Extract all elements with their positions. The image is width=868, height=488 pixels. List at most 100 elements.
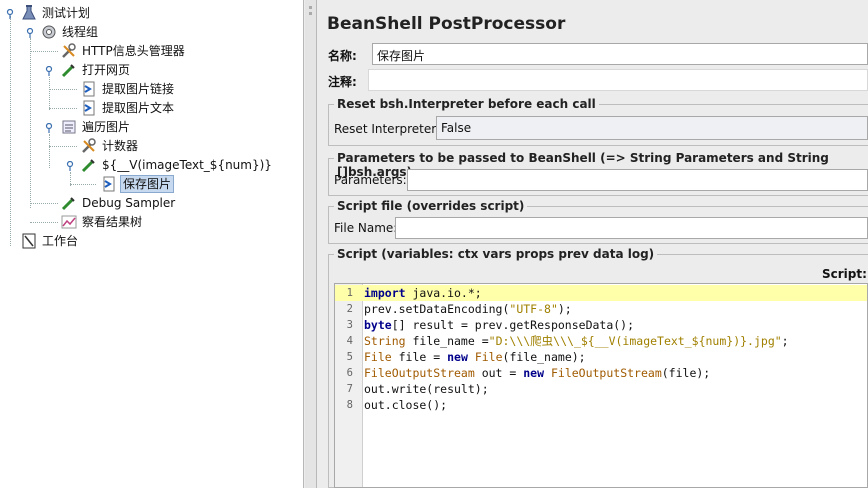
line-number: 7 (346, 383, 353, 395)
code-token: byte (364, 318, 392, 332)
test-plan-tree[interactable]: 测试计划 线程组 HTTP信息头管理器 打开网页 提取图片链接 提取图片文本 遍… (0, 0, 304, 488)
tree-item-extract-image-text[interactable]: 提取图片文本 (80, 99, 176, 117)
tree-item-test-plan[interactable]: 测试计划 (20, 4, 92, 22)
expand-toggle[interactable] (25, 28, 34, 38)
code-token: (file_name); (502, 350, 586, 364)
line-number: 4 (346, 335, 353, 347)
code-line: 8 out.close(); (335, 397, 867, 413)
parameters-field[interactable] (407, 169, 868, 191)
tree-item-counter[interactable]: 计数器 (80, 137, 140, 155)
expand-toggle[interactable] (5, 9, 14, 19)
code-text: out.write(result); (364, 381, 867, 397)
tree-connector (49, 134, 50, 168)
code-text: out.close(); (364, 397, 867, 413)
tree-item-open-page[interactable]: 打开网页 (60, 61, 132, 79)
code-text: String file_name ="D:\\\爬虫\\\_${__V(imag… (364, 333, 867, 349)
tree-connector (49, 77, 50, 110)
code-token: (file); (661, 366, 711, 380)
tree-item-workbench[interactable]: 工作台 (20, 232, 80, 250)
tree-connector (49, 108, 77, 109)
code-token: new (523, 366, 545, 380)
expand-toggle[interactable] (65, 161, 74, 171)
reset-interpreter-select[interactable]: False (436, 116, 868, 140)
tree-item-http-header-manager[interactable]: HTTP信息头管理器 (60, 42, 187, 60)
expand-toggle[interactable] (44, 123, 53, 133)
tree-connector (49, 146, 77, 147)
tree-item-label: 保存图片 (120, 175, 175, 193)
postprocessor-panel: BeanShell PostProcessor 名称: 保存图片 注释: Res… (318, 0, 868, 488)
tree-item-view-results-tree[interactable]: 察看结果树 (60, 213, 144, 231)
pipette-icon (80, 157, 98, 173)
tree-item-label: 提取图片文本 (102, 101, 175, 115)
code-token: FileOutputStream (550, 366, 662, 380)
code-token: File (474, 350, 503, 364)
file-name-label: File Name: (334, 221, 398, 235)
tree-item-extract-image-link[interactable]: 提取图片链接 (80, 80, 176, 98)
code-token: prev.setDataEncoding( (364, 302, 510, 316)
tree-item-label: ${__V(imageText_${num})} (102, 158, 272, 172)
code-token: java.io.*; (405, 286, 482, 300)
splitter-grip (309, 12, 312, 15)
tree-item-debug-sampler[interactable]: Debug Sampler (60, 194, 177, 212)
parameters-label: Parameters: (334, 173, 407, 187)
tree-item-label: HTTP信息头管理器 (82, 44, 185, 58)
tree-item-label: 察看结果树 (82, 215, 143, 229)
code-line: 3 byte[] result = prev.getResponseData(); (335, 317, 867, 333)
arrow-doc-icon (100, 176, 118, 192)
code-token: File (364, 350, 392, 364)
script-file-group-title: Script file (overrides script) (334, 199, 528, 213)
tree-item-label: Debug Sampler (82, 196, 176, 210)
code-token: file = (391, 350, 448, 364)
line-number: 2 (346, 303, 353, 315)
file-name-field[interactable] (395, 217, 868, 239)
gear-icon (40, 24, 58, 40)
tree-connector (70, 184, 96, 185)
script-editor[interactable]: 1 import java.io.*; 2 prev.setDataEncoding(… (334, 283, 868, 488)
tree-connector (30, 38, 31, 208)
code-token: out.close(); (364, 398, 448, 412)
loop-icon (60, 119, 78, 135)
code-text: byte[] result = prev.getResponseData(); (364, 317, 867, 333)
tree-item-thread-group[interactable]: 线程组 (40, 23, 100, 41)
code-text: prev.setDataEncoding("UTF-8"); (364, 301, 867, 317)
code-line: 2 prev.setDataEncoding("UTF-8"); (335, 301, 867, 317)
tree-item-label: 线程组 (62, 25, 99, 39)
arrow-doc-icon (80, 100, 98, 116)
reset-group-title: Reset bsh.Interpreter before each call (334, 97, 599, 111)
code-token: ); (557, 302, 572, 316)
line-number: 6 (346, 367, 353, 379)
tree-item-label: 测试计划 (42, 6, 91, 20)
tree-item-save-image[interactable]: 保存图片 (100, 175, 175, 193)
code-text: import java.io.*; (364, 285, 867, 301)
split-pane-divider[interactable] (305, 0, 317, 488)
chart-icon (60, 214, 78, 230)
comment-label: 注释: (328, 75, 357, 89)
flask-icon (20, 5, 38, 21)
code-line: 4 String file_name ="D:\\\爬虫\\\_${__V(ima… (335, 333, 867, 349)
code-line: 6 FileOutputStream out = new FileOutputSt… (335, 365, 867, 381)
tree-connector (30, 222, 58, 223)
panel-title: BeanShell PostProcessor (327, 14, 566, 34)
line-number: 1 (346, 287, 353, 299)
reset-interpreter-label: Reset Interpreter: (334, 122, 441, 136)
line-number: 5 (346, 351, 353, 363)
tree-item-image-request[interactable]: ${__V(imageText_${num})} (80, 156, 274, 174)
expand-toggle[interactable] (44, 66, 53, 76)
tree-item-label: 工作台 (42, 234, 79, 248)
comment-field[interactable] (368, 69, 868, 91)
code-line: 5 File file = new File(file_name); (335, 349, 867, 365)
code-token: String (364, 334, 406, 348)
line-number: 3 (346, 319, 353, 331)
arrow-doc-icon (80, 81, 98, 97)
splitter-grip (309, 6, 312, 9)
wrench-icon (60, 43, 78, 59)
name-field[interactable]: 保存图片 (372, 43, 868, 65)
code-text: File file = new File(file_name); (364, 349, 867, 365)
tree-item-label: 计数器 (102, 139, 139, 153)
tree-connector (49, 89, 77, 90)
tree-connector (30, 203, 58, 204)
tree-item-label: 提取图片链接 (102, 82, 175, 96)
tree-item-loop-images[interactable]: 遍历图片 (60, 118, 132, 136)
line-number: 8 (346, 399, 353, 411)
